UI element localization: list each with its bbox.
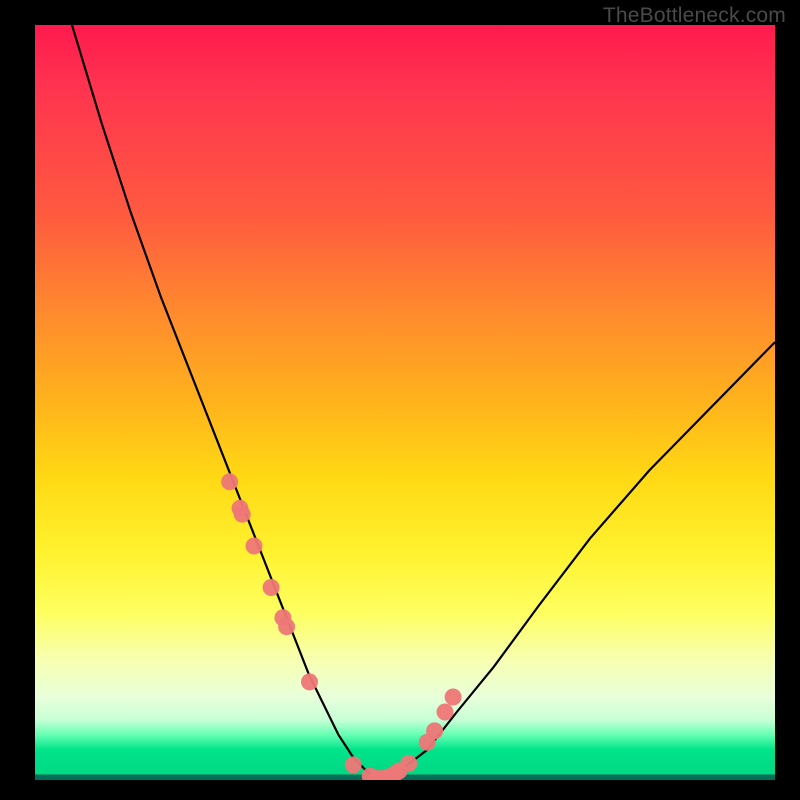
- bottleneck-curve: [72, 25, 775, 780]
- highlight-dots: [221, 473, 462, 780]
- marker-dot: [445, 689, 462, 706]
- marker-dot: [263, 579, 280, 596]
- marker-dot: [400, 755, 417, 772]
- watermark-text: TheBottleneck.com: [603, 4, 786, 28]
- marker-dot: [246, 538, 263, 555]
- marker-dot: [301, 673, 318, 690]
- marker-dot: [437, 704, 454, 721]
- marker-dot: [426, 722, 443, 739]
- marker-dot: [278, 618, 295, 635]
- marker-dot: [221, 473, 238, 490]
- curve-layer: [35, 25, 775, 780]
- plot-area: [35, 25, 775, 780]
- marker-dot: [234, 506, 251, 523]
- marker-dot: [345, 756, 362, 773]
- chart-frame: TheBottleneck.com: [0, 0, 800, 800]
